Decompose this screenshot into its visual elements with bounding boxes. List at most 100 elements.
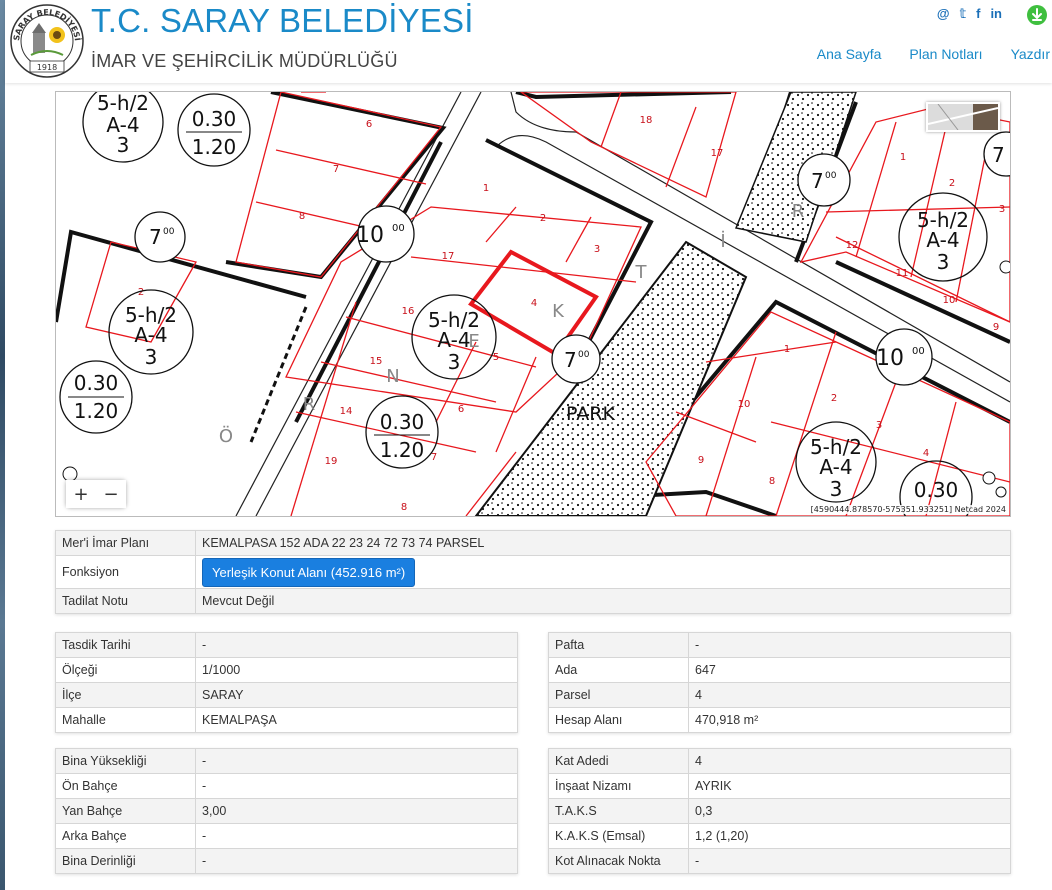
svg-text:10: 10	[356, 223, 384, 248]
plan-map[interactable]: PARK 6 7 8 2 1 2 3 17 16 15 14 19 4 5 6 …	[55, 91, 1011, 517]
row-value: Yerleşik Konut Alanı (452.916 m²)	[195, 555, 1011, 589]
svg-text:3: 3	[145, 345, 158, 369]
parcel-number: 9	[698, 455, 704, 466]
table-row: İlçe SARAY	[55, 682, 518, 708]
basemap-switch-thumbnail[interactable]	[926, 102, 1000, 132]
table-row: Arka Bahçe -	[55, 823, 518, 849]
table-row: İnşaat Nizamı AYRIK	[548, 773, 1011, 799]
row-value: 0,3	[688, 798, 1011, 824]
facebook-icon[interactable]: f	[976, 6, 980, 22]
parcel-number: 4	[923, 448, 929, 459]
row-value: -	[195, 632, 518, 658]
parcel-number: 8	[769, 476, 775, 487]
nav-yazdir[interactable]: Yazdır	[1011, 46, 1050, 62]
row-label: Mahalle	[55, 707, 196, 733]
parcel-number: 7	[431, 452, 437, 463]
row-label: Ölçeği	[55, 657, 196, 683]
svg-text:0.30: 0.30	[74, 371, 119, 395]
social-links: @ 𝕥 f in	[937, 6, 1002, 22]
row-label: Tasdik Tarihi	[55, 632, 196, 658]
table-row: Parsel 4	[548, 682, 1011, 708]
parcel-number: 18	[640, 115, 653, 126]
row-label: Tadilat Notu	[55, 588, 196, 614]
parcel-number: 12	[846, 240, 859, 251]
header: SARAY BELEDİYESİ 1918 T.C. SARAY BELEDİY…	[5, 0, 1052, 83]
road-width-label: 7 00	[551, 334, 601, 384]
table-row: Fonksiyon Yerleşik Konut Alanı (452.916 …	[55, 555, 1011, 589]
svg-text:3: 3	[117, 133, 130, 157]
row-value: 1,2 (1,20)	[688, 823, 1011, 849]
svg-text:00: 00	[825, 171, 837, 181]
street-letter: K	[552, 301, 565, 322]
row-label: Ada	[548, 657, 689, 683]
parcel-number: 4	[531, 298, 537, 309]
map-canvas[interactable]: PARK 6 7 8 2 1 2 3 17 16 15 14 19 4 5 6 …	[56, 92, 1010, 516]
row-value: -	[688, 848, 1011, 874]
parcel-number: 8	[299, 211, 305, 222]
table-row: Mahalle KEMALPAŞA	[55, 707, 518, 733]
nav-plan-notlari[interactable]: Plan Notları	[909, 46, 982, 62]
street-letter: Ö	[219, 425, 233, 447]
saray-logo[interactable]: SARAY BELEDİYESİ 1918	[9, 3, 85, 79]
svg-text:7: 7	[564, 348, 577, 372]
row-value: AYRIK	[688, 773, 1011, 799]
parcel-number: 10	[738, 399, 751, 410]
table-row: Ön Bahçe -	[55, 773, 518, 799]
zoom-out-button[interactable]: −	[96, 480, 126, 508]
parcel-number: 15	[370, 356, 383, 367]
main-nav: Ana Sayfa Plan Notları Yazdır	[817, 46, 1050, 62]
park-label: PARK	[566, 403, 615, 425]
parcel-number: 2	[540, 213, 546, 224]
row-label: Parsel	[548, 682, 689, 708]
row-label: T.A.K.S	[548, 798, 689, 824]
table-row: Tasdik Tarihi -	[55, 632, 518, 658]
parcel-number: 8	[401, 502, 407, 513]
row-label: Fonksiyon	[55, 555, 196, 589]
row-label: Kot Alınacak Nokta	[548, 848, 689, 874]
row-value: 3,00	[195, 798, 518, 824]
street-letter: T	[635, 262, 648, 283]
svg-text:00: 00	[912, 346, 925, 357]
table-row: Yan Bahçe 3,00	[55, 798, 518, 824]
svg-text:1.20: 1.20	[380, 438, 425, 462]
row-label: Bina Yüksekliği	[55, 748, 196, 774]
table-row: Pafta -	[548, 632, 1011, 658]
twitter-icon[interactable]: 𝕥	[960, 6, 967, 22]
email-icon[interactable]: @	[937, 6, 950, 22]
parcel-number: 2	[831, 393, 837, 404]
table-row: Ölçeği 1/1000	[55, 657, 518, 683]
row-label: Bina Derinliği	[55, 848, 196, 874]
ratio-label: 0.30 1.20	[59, 360, 133, 434]
table-row: Kot Alınacak Nokta -	[548, 848, 1011, 874]
svg-text:A-4: A-4	[819, 455, 852, 479]
parcel-number: 7	[333, 164, 339, 175]
svg-text:7: 7	[992, 143, 1005, 167]
svg-text:0.30: 0.30	[380, 410, 425, 434]
parcel-number: 6	[366, 119, 372, 130]
row-label: Arka Bahçe	[55, 823, 196, 849]
parcel-info-left-table: Tasdik Tarihi - Ölçeği 1/1000 İlçe SARAY Ma…	[55, 632, 518, 733]
svg-text:3: 3	[448, 350, 461, 374]
zoom-in-button[interactable]: +	[66, 480, 96, 508]
page-subtitle: İMAR VE ŞEHİRCİLİK MÜDÜRLÜĞÜ	[91, 51, 398, 71]
table-row: Mer'i İmar Planı KEMALPASA 152 ADA 22 23…	[55, 530, 1011, 556]
row-value: 1/1000	[195, 657, 518, 683]
linkedin-icon[interactable]: in	[990, 6, 1002, 22]
row-value: 4	[688, 748, 1011, 774]
row-value: 4	[688, 682, 1011, 708]
svg-text:0.30: 0.30	[914, 478, 959, 502]
parcel-number: 3	[876, 420, 882, 431]
svg-text:A-4: A-4	[926, 228, 959, 252]
road-width-label: 10 00	[875, 328, 933, 386]
plan-info-table: Mer'i İmar Planı KEMALPASA 152 ADA 22 23…	[55, 530, 1011, 614]
nav-ana-sayfa[interactable]: Ana Sayfa	[817, 46, 882, 62]
svg-text:A-4: A-4	[134, 323, 167, 347]
parcel-number: 16	[402, 306, 415, 317]
parcel-number: 2	[949, 178, 955, 189]
row-label: Pafta	[548, 632, 689, 658]
function-button[interactable]: Yerleşik Konut Alanı (452.916 m²)	[202, 557, 416, 587]
svg-text:1.20: 1.20	[74, 399, 119, 423]
parcel-number: 9	[993, 322, 999, 333]
street-letter: İ	[720, 231, 725, 252]
download-icon[interactable]	[1027, 5, 1047, 25]
